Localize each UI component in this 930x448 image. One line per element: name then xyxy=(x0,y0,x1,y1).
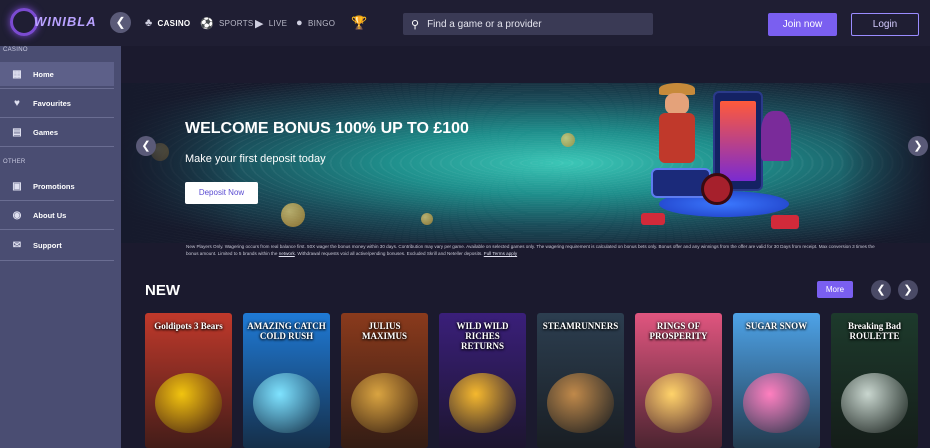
sidebar-section-other: OTHER xyxy=(3,159,26,165)
carousel-prev-button[interactable]: ❮ xyxy=(871,280,891,300)
casino-chips-art xyxy=(771,215,799,229)
terms-network-link[interactable]: network xyxy=(279,251,295,256)
game-thumbnail xyxy=(351,373,418,433)
sidebar-divider xyxy=(0,260,114,261)
tab-live[interactable]: ▶ LIVE xyxy=(255,14,287,32)
more-button[interactable]: More xyxy=(817,281,853,298)
game-title: SUGAR SNOW xyxy=(745,321,808,331)
search-input[interactable] xyxy=(427,18,638,30)
sidebar-divider xyxy=(0,117,114,118)
game-card[interactable]: STEAMRUNNERS xyxy=(537,313,624,448)
carousel-next-button[interactable]: ❯ xyxy=(898,280,918,300)
tab-bingo-label: BINGO xyxy=(307,18,336,28)
trophy-icon: 🏆 xyxy=(351,15,368,30)
search-icon: ⚲ xyxy=(411,18,420,31)
drum-art xyxy=(701,173,733,205)
new-section-title: NEW xyxy=(145,282,180,299)
target-icon: ◉ xyxy=(12,209,22,221)
game-card[interactable]: WILD WILD RICHES RETURNS xyxy=(439,313,526,448)
sidebar-item-label: Support xyxy=(33,240,62,250)
chat-icon: ✉ xyxy=(12,239,22,251)
gift-icon: ▣ xyxy=(12,180,22,192)
bingo-icon: ● xyxy=(296,17,303,29)
grid-icon: ▦ xyxy=(12,68,22,80)
top-bar: WINIBLA ❮ ♣ CASINO ⚽ SPORTS ▶ LIVE ● BIN… xyxy=(0,0,930,46)
sidebar-item-about-us[interactable]: ◉ About Us xyxy=(0,203,114,227)
tab-sports-label: SPORTS xyxy=(219,18,254,28)
game-thumbnail xyxy=(645,373,712,433)
ball-icon: ⚽ xyxy=(200,17,214,30)
heart-icon: ♥ xyxy=(14,97,20,109)
game-title: Goldipots 3 Bears xyxy=(154,321,223,331)
sidebar-item-label: Promotions xyxy=(33,181,75,191)
game-title: JULIUS MAXIMUS xyxy=(362,321,407,341)
sidebar-item-home[interactable]: ▦ Home xyxy=(0,62,114,86)
login-button[interactable]: Login xyxy=(851,13,919,36)
tab-tournaments[interactable]: 🏆 xyxy=(351,14,368,32)
tab-live-label: LIVE xyxy=(268,18,288,28)
sidebar-item-label: Favourites xyxy=(33,98,71,108)
promo-banner: WELCOME BONUS 100% UP TO £100 Make your … xyxy=(121,83,930,243)
banner-subtitle: Make your first deposit today xyxy=(185,153,326,165)
terms-text-2: . Withdrawal requests void all active/pe… xyxy=(294,250,483,256)
casino-chips-art xyxy=(641,213,665,225)
sidebar-item-promotions[interactable]: ▣ Promotions xyxy=(0,174,114,198)
game-thumbnail xyxy=(547,373,614,433)
slot-machine-icon: ▤ xyxy=(12,126,22,138)
search-box[interactable]: ⚲ xyxy=(403,13,653,35)
sidebar-item-support[interactable]: ✉ Support xyxy=(0,233,114,257)
game-card[interactable]: Goldipots 3 Bears xyxy=(145,313,232,448)
game-title: AMAZING CATCH COLD RUSH xyxy=(247,321,326,341)
sidebar-item-label: About Us xyxy=(33,210,67,220)
join-now-button[interactable]: Join now xyxy=(768,13,837,36)
game-card[interactable]: AMAZING CATCH COLD RUSH xyxy=(243,313,330,448)
game-title: RINGS OF PROSPERITY xyxy=(649,321,708,341)
game-thumbnail xyxy=(743,373,810,433)
sidebar-divider xyxy=(0,146,114,147)
sidebar-divider xyxy=(0,200,114,201)
coin-decoration xyxy=(421,213,433,225)
banner-next-button[interactable]: ❯ xyxy=(908,136,928,156)
game-title: WILD WILD RICHES RETURNS xyxy=(456,321,509,351)
cowboy-art xyxy=(651,83,701,173)
sidebar-item-favourites[interactable]: ♥ Favourites xyxy=(0,91,114,115)
sidebar-divider xyxy=(0,229,114,230)
game-card[interactable]: Breaking Bad ROULETTE xyxy=(831,313,918,448)
sidebar-item-games[interactable]: ▤ Games xyxy=(0,120,114,144)
coin-decoration xyxy=(281,203,305,227)
game-card[interactable]: SUGAR SNOW xyxy=(733,313,820,448)
game-title: STEAMRUNNERS xyxy=(542,321,619,331)
game-thumbnail xyxy=(253,373,320,433)
bonus-terms: New Players Only. Wagering occurs from r… xyxy=(186,244,886,257)
sidebar: CASINO ▦ Home ♥ Favourites ▤ Games OTHER… xyxy=(0,46,121,448)
game-title: Breaking Bad ROULETTE xyxy=(847,321,902,341)
spade-icon: ♣ xyxy=(145,17,153,29)
deposit-now-button[interactable]: Deposit Now xyxy=(185,182,258,204)
tab-bingo[interactable]: ● BINGO xyxy=(296,14,335,32)
banner-prev-button[interactable]: ❮ xyxy=(136,136,156,156)
banner-title: WELCOME BONUS 100% UP TO £100 xyxy=(185,120,469,137)
game-thumbnail xyxy=(155,373,222,433)
full-terms-link[interactable]: Full Terms apply xyxy=(484,251,517,256)
jester-art xyxy=(761,111,791,161)
game-card[interactable]: JULIUS MAXIMUS xyxy=(341,313,428,448)
brand-name: WINIBLA xyxy=(34,14,97,29)
sidebar-collapse-button[interactable]: ❮ xyxy=(110,12,131,33)
sidebar-section-casino: CASINO xyxy=(3,47,28,53)
tab-casino[interactable]: ♣ CASINO xyxy=(145,14,190,32)
game-thumbnail xyxy=(449,373,516,433)
tab-casino-label: CASINO xyxy=(157,18,191,28)
sidebar-item-label: Home xyxy=(33,69,54,79)
coin-decoration xyxy=(561,133,575,147)
sidebar-item-label: Games xyxy=(33,127,59,137)
game-card[interactable]: RINGS OF PROSPERITY xyxy=(635,313,722,448)
live-icon: ▶ xyxy=(255,17,264,30)
tab-sports[interactable]: ⚽ SPORTS xyxy=(200,14,254,32)
game-thumbnail xyxy=(841,373,908,433)
brand-logo[interactable]: WINIBLA xyxy=(10,8,100,36)
sidebar-divider xyxy=(0,88,114,89)
